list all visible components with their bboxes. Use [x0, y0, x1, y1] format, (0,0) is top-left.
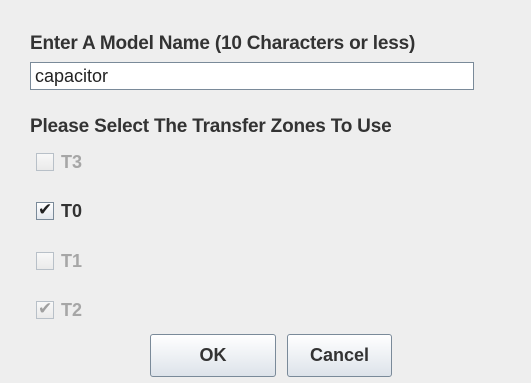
checkbox-t2[interactable]: ✔ T2 — [36, 299, 82, 321]
check-mark-icon: ✔ — [38, 200, 53, 220]
checkbox-t0[interactable]: ✔ T0 — [36, 200, 82, 222]
transfer-zones-label: Please Select The Transfer Zones To Use — [30, 116, 392, 137]
checkbox-t0-label: T0 — [61, 200, 83, 221]
checkbox-t3-label: T3 — [61, 151, 83, 172]
check-mark-icon: ✔ — [38, 299, 53, 319]
ok-button[interactable]: OK — [150, 334, 276, 377]
checkbox-t1-box[interactable] — [36, 252, 54, 270]
checkbox-t0-box[interactable]: ✔ — [36, 200, 54, 220]
model-name-input[interactable] — [30, 62, 474, 90]
cancel-button[interactable]: Cancel — [287, 334, 392, 377]
checkbox-t1-label: T1 — [61, 250, 83, 271]
checkbox-t2-label: T2 — [61, 299, 83, 320]
checkbox-t1[interactable]: T1 — [36, 250, 82, 272]
checkbox-t2-box[interactable]: ✔ — [36, 299, 54, 319]
checkbox-t3-box[interactable] — [36, 153, 54, 171]
checkbox-t3[interactable]: T3 — [36, 151, 82, 173]
model-name-label: Enter A Model Name (10 Characters or les… — [30, 33, 416, 54]
